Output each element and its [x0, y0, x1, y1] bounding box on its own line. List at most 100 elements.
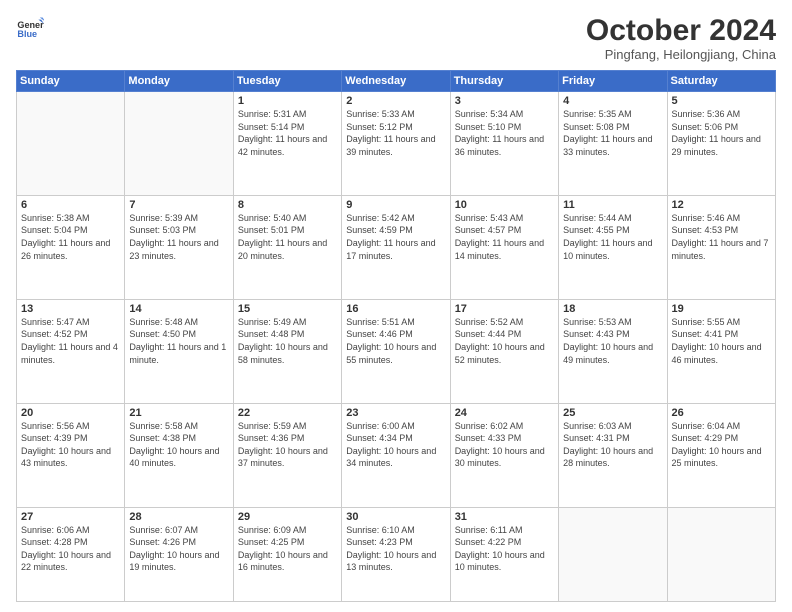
day-info: Sunrise: 5:35 AM Sunset: 5:08 PM Dayligh…	[563, 108, 662, 158]
day-number: 25	[563, 407, 662, 419]
day-number: 17	[455, 303, 554, 315]
day-number: 27	[21, 511, 120, 523]
day-info: Sunrise: 6:02 AM Sunset: 4:33 PM Dayligh…	[455, 420, 554, 470]
day-number: 13	[21, 303, 120, 315]
calendar-day-cell: 22Sunrise: 5:59 AM Sunset: 4:36 PM Dayli…	[233, 403, 341, 507]
calendar-day-cell: 27Sunrise: 6:06 AM Sunset: 4:28 PM Dayli…	[17, 507, 125, 602]
weekday-header: Wednesday	[342, 71, 450, 92]
day-number: 28	[129, 511, 228, 523]
main-title: October 2024	[586, 14, 776, 47]
day-number: 26	[672, 407, 771, 419]
title-block: October 2024 Pingfang, Heilongjiang, Chi…	[586, 14, 776, 62]
calendar-day-cell: 7Sunrise: 5:39 AM Sunset: 5:03 PM Daylig…	[125, 195, 233, 299]
page: General Blue October 2024 Pingfang, Heil…	[0, 0, 792, 612]
calendar-header-row: SundayMondayTuesdayWednesdayThursdayFrid…	[17, 71, 776, 92]
day-info: Sunrise: 5:56 AM Sunset: 4:39 PM Dayligh…	[21, 420, 120, 470]
calendar-day-cell: 8Sunrise: 5:40 AM Sunset: 5:01 PM Daylig…	[233, 195, 341, 299]
day-number: 11	[563, 199, 662, 211]
day-number: 6	[21, 199, 120, 211]
logo: General Blue	[16, 14, 44, 42]
day-info: Sunrise: 5:48 AM Sunset: 4:50 PM Dayligh…	[129, 316, 228, 366]
day-info: Sunrise: 5:47 AM Sunset: 4:52 PM Dayligh…	[21, 316, 120, 366]
day-number: 3	[455, 95, 554, 107]
calendar-day-cell: 26Sunrise: 6:04 AM Sunset: 4:29 PM Dayli…	[667, 403, 775, 507]
calendar-day-cell	[559, 507, 667, 602]
day-info: Sunrise: 5:51 AM Sunset: 4:46 PM Dayligh…	[346, 316, 445, 366]
calendar-day-cell: 18Sunrise: 5:53 AM Sunset: 4:43 PM Dayli…	[559, 299, 667, 403]
day-number: 23	[346, 407, 445, 419]
weekday-header: Monday	[125, 71, 233, 92]
day-number: 14	[129, 303, 228, 315]
calendar-day-cell: 19Sunrise: 5:55 AM Sunset: 4:41 PM Dayli…	[667, 299, 775, 403]
calendar-day-cell: 2Sunrise: 5:33 AM Sunset: 5:12 PM Daylig…	[342, 92, 450, 196]
svg-text:Blue: Blue	[17, 29, 37, 39]
day-info: Sunrise: 5:43 AM Sunset: 4:57 PM Dayligh…	[455, 212, 554, 262]
calendar-day-cell: 29Sunrise: 6:09 AM Sunset: 4:25 PM Dayli…	[233, 507, 341, 602]
weekday-header: Saturday	[667, 71, 775, 92]
calendar-day-cell: 31Sunrise: 6:11 AM Sunset: 4:22 PM Dayli…	[450, 507, 558, 602]
weekday-header: Sunday	[17, 71, 125, 92]
calendar-day-cell: 25Sunrise: 6:03 AM Sunset: 4:31 PM Dayli…	[559, 403, 667, 507]
day-info: Sunrise: 6:03 AM Sunset: 4:31 PM Dayligh…	[563, 420, 662, 470]
calendar-day-cell: 1Sunrise: 5:31 AM Sunset: 5:14 PM Daylig…	[233, 92, 341, 196]
calendar-day-cell: 17Sunrise: 5:52 AM Sunset: 4:44 PM Dayli…	[450, 299, 558, 403]
day-info: Sunrise: 5:38 AM Sunset: 5:04 PM Dayligh…	[21, 212, 120, 262]
day-info: Sunrise: 5:42 AM Sunset: 4:59 PM Dayligh…	[346, 212, 445, 262]
calendar-day-cell: 11Sunrise: 5:44 AM Sunset: 4:55 PM Dayli…	[559, 195, 667, 299]
logo-icon: General Blue	[16, 14, 44, 42]
header: General Blue October 2024 Pingfang, Heil…	[16, 14, 776, 62]
calendar-day-cell	[17, 92, 125, 196]
calendar-day-cell: 10Sunrise: 5:43 AM Sunset: 4:57 PM Dayli…	[450, 195, 558, 299]
day-info: Sunrise: 6:07 AM Sunset: 4:26 PM Dayligh…	[129, 524, 228, 574]
day-info: Sunrise: 5:44 AM Sunset: 4:55 PM Dayligh…	[563, 212, 662, 262]
calendar-day-cell: 20Sunrise: 5:56 AM Sunset: 4:39 PM Dayli…	[17, 403, 125, 507]
day-number: 5	[672, 95, 771, 107]
day-info: Sunrise: 5:46 AM Sunset: 4:53 PM Dayligh…	[672, 212, 771, 262]
day-info: Sunrise: 5:58 AM Sunset: 4:38 PM Dayligh…	[129, 420, 228, 470]
day-info: Sunrise: 6:10 AM Sunset: 4:23 PM Dayligh…	[346, 524, 445, 574]
calendar-day-cell: 24Sunrise: 6:02 AM Sunset: 4:33 PM Dayli…	[450, 403, 558, 507]
day-number: 21	[129, 407, 228, 419]
day-info: Sunrise: 5:31 AM Sunset: 5:14 PM Dayligh…	[238, 108, 337, 158]
day-number: 18	[563, 303, 662, 315]
day-number: 22	[238, 407, 337, 419]
day-info: Sunrise: 6:00 AM Sunset: 4:34 PM Dayligh…	[346, 420, 445, 470]
calendar-day-cell: 23Sunrise: 6:00 AM Sunset: 4:34 PM Dayli…	[342, 403, 450, 507]
calendar-week-row: 6Sunrise: 5:38 AM Sunset: 5:04 PM Daylig…	[17, 195, 776, 299]
day-number: 7	[129, 199, 228, 211]
day-number: 19	[672, 303, 771, 315]
day-number: 10	[455, 199, 554, 211]
day-number: 2	[346, 95, 445, 107]
calendar-day-cell: 9Sunrise: 5:42 AM Sunset: 4:59 PM Daylig…	[342, 195, 450, 299]
day-info: Sunrise: 5:53 AM Sunset: 4:43 PM Dayligh…	[563, 316, 662, 366]
calendar-week-row: 27Sunrise: 6:06 AM Sunset: 4:28 PM Dayli…	[17, 507, 776, 602]
calendar-day-cell: 15Sunrise: 5:49 AM Sunset: 4:48 PM Dayli…	[233, 299, 341, 403]
day-info: Sunrise: 5:49 AM Sunset: 4:48 PM Dayligh…	[238, 316, 337, 366]
weekday-header: Thursday	[450, 71, 558, 92]
calendar-day-cell: 13Sunrise: 5:47 AM Sunset: 4:52 PM Dayli…	[17, 299, 125, 403]
calendar-day-cell: 4Sunrise: 5:35 AM Sunset: 5:08 PM Daylig…	[559, 92, 667, 196]
calendar-day-cell: 14Sunrise: 5:48 AM Sunset: 4:50 PM Dayli…	[125, 299, 233, 403]
day-number: 4	[563, 95, 662, 107]
day-info: Sunrise: 5:59 AM Sunset: 4:36 PM Dayligh…	[238, 420, 337, 470]
calendar-day-cell: 30Sunrise: 6:10 AM Sunset: 4:23 PM Dayli…	[342, 507, 450, 602]
calendar-day-cell: 28Sunrise: 6:07 AM Sunset: 4:26 PM Dayli…	[125, 507, 233, 602]
day-info: Sunrise: 5:34 AM Sunset: 5:10 PM Dayligh…	[455, 108, 554, 158]
day-info: Sunrise: 6:09 AM Sunset: 4:25 PM Dayligh…	[238, 524, 337, 574]
weekday-header: Friday	[559, 71, 667, 92]
calendar-day-cell: 21Sunrise: 5:58 AM Sunset: 4:38 PM Dayli…	[125, 403, 233, 507]
day-number: 16	[346, 303, 445, 315]
calendar-week-row: 13Sunrise: 5:47 AM Sunset: 4:52 PM Dayli…	[17, 299, 776, 403]
day-number: 29	[238, 511, 337, 523]
day-number: 12	[672, 199, 771, 211]
calendar-day-cell: 12Sunrise: 5:46 AM Sunset: 4:53 PM Dayli…	[667, 195, 775, 299]
day-number: 8	[238, 199, 337, 211]
subtitle: Pingfang, Heilongjiang, China	[586, 47, 776, 62]
day-number: 1	[238, 95, 337, 107]
day-number: 30	[346, 511, 445, 523]
day-info: Sunrise: 6:04 AM Sunset: 4:29 PM Dayligh…	[672, 420, 771, 470]
day-info: Sunrise: 5:36 AM Sunset: 5:06 PM Dayligh…	[672, 108, 771, 158]
day-info: Sunrise: 5:39 AM Sunset: 5:03 PM Dayligh…	[129, 212, 228, 262]
calendar-week-row: 1Sunrise: 5:31 AM Sunset: 5:14 PM Daylig…	[17, 92, 776, 196]
day-number: 31	[455, 511, 554, 523]
